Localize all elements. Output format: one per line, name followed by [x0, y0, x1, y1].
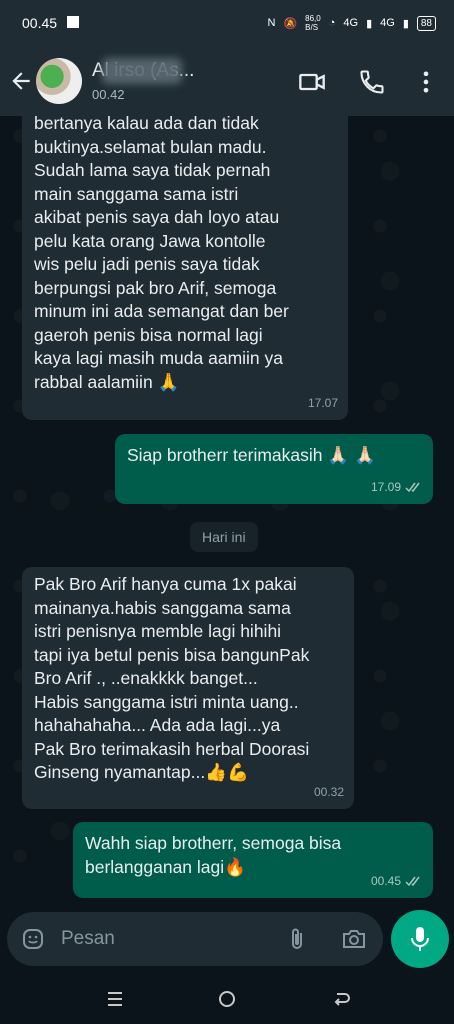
system-nav-bar	[0, 974, 454, 1024]
message-outgoing[interactable]: Wahh siap brotherr, semoga bisa berlangg…	[73, 822, 433, 898]
mute-icon: 🔕	[283, 17, 298, 30]
mic-icon	[411, 927, 429, 951]
emoji-icon[interactable]	[21, 927, 45, 951]
nfc-icon: N	[267, 17, 276, 29]
message-text: Pak Bro Arif hanya cuma 1x pakai mainany…	[34, 574, 310, 782]
message-meta: 17.07	[308, 392, 338, 416]
double-check-icon	[405, 876, 420, 886]
message-input[interactable]: Pesan	[61, 928, 115, 950]
battery-icon: 88	[416, 15, 436, 31]
notification-icon	[67, 16, 79, 28]
wifi-icon: ◔	[328, 17, 336, 29]
message-meta: 17.09	[371, 476, 423, 500]
message-time: 00.45	[370, 873, 401, 888]
mic-button[interactable]	[391, 910, 449, 968]
message-meta: 00.45	[371, 870, 423, 894]
message-meta: 00.32	[314, 781, 344, 805]
more-vertical-icon[interactable]	[412, 68, 440, 96]
phone-icon[interactable]	[358, 68, 386, 96]
status-icons: N 🔕 86,0 B/S ◔ 4G ▮ 4G ▮ 88	[267, 14, 436, 32]
message-time: 17.07	[307, 395, 338, 410]
message-outgoing[interactable]: Siap brotherr terimakasih 🙏🏻 🙏🏻 17.09	[115, 434, 433, 504]
chat-header: Al irso (As... 00.42	[0, 46, 454, 116]
attach-icon[interactable]	[285, 926, 309, 952]
net-speed: 86,0 B/S	[305, 14, 321, 32]
signal-1: 4G	[343, 17, 359, 29]
message-time: 17.09	[370, 479, 401, 494]
message-time: 00.32	[313, 784, 344, 799]
signal-icon-1: ▮	[366, 17, 373, 30]
signal-icon-2: ▮	[402, 17, 409, 30]
date-divider: Hari ini	[190, 522, 258, 552]
home-icon[interactable]	[216, 988, 238, 1010]
video-call-icon[interactable]	[298, 68, 326, 96]
signal-2: 4G	[380, 17, 395, 29]
status-time: 00.45	[22, 15, 58, 31]
chat-area[interactable]: bertanya kalau ada dan tidak buktinya.se…	[0, 116, 454, 906]
avatar[interactable]	[36, 58, 82, 104]
message-composer: Pesan	[7, 912, 383, 966]
message-incoming[interactable]: bertanya kalau ada dan tidak buktinya.se…	[22, 116, 348, 420]
back-nav-icon[interactable]	[330, 988, 352, 1010]
camera-icon[interactable]	[341, 927, 367, 951]
recents-icon[interactable]	[104, 988, 126, 1010]
last-seen: 00.42	[92, 87, 125, 102]
message-text: Siap brotherr terimakasih 🙏🏻 🙏🏻	[127, 445, 376, 465]
back-arrow-icon[interactable]	[8, 68, 34, 94]
redaction-blur	[102, 58, 182, 84]
double-check-icon	[405, 482, 420, 492]
message-incoming[interactable]: Pak Bro Arif hanya cuma 1x pakai mainany…	[22, 567, 354, 809]
status-bar: 00.45 N 🔕 86,0 B/S ◔ 4G ▮ 4G ▮ 88	[0, 0, 454, 46]
message-text: bertanya kalau ada dan tidak buktinya.se…	[34, 116, 289, 392]
